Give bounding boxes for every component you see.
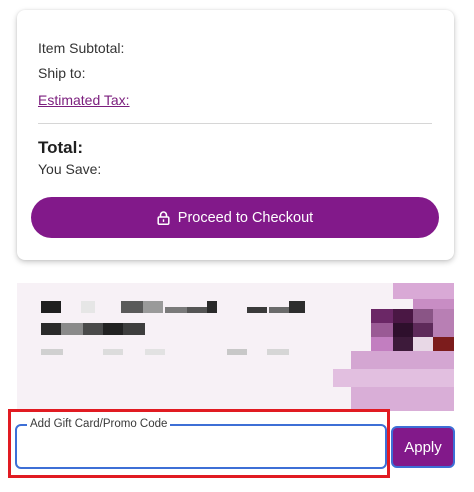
pixel-block bbox=[143, 301, 163, 313]
pixel-block bbox=[371, 309, 393, 323]
pixel-block bbox=[227, 349, 247, 355]
pixel-block bbox=[81, 301, 95, 313]
pixel-block bbox=[41, 323, 61, 335]
pixel-block bbox=[413, 323, 433, 337]
pixel-block bbox=[433, 337, 454, 351]
pixel-block bbox=[123, 323, 145, 335]
pixel-block bbox=[41, 349, 63, 355]
pixel-block bbox=[289, 301, 305, 313]
pixel-block bbox=[333, 369, 454, 387]
estimated-tax-link[interactable]: Estimated Tax: bbox=[38, 92, 130, 108]
gift-card-promo-label: Add Gift Card/Promo Code bbox=[27, 417, 171, 431]
pixel-block bbox=[393, 283, 454, 299]
pixel-block bbox=[413, 337, 433, 351]
apply-promo-button[interactable]: Apply bbox=[391, 426, 455, 468]
pixel-block bbox=[83, 323, 103, 335]
pixel-block bbox=[187, 307, 207, 313]
pixel-block bbox=[371, 337, 393, 351]
total-label: Total: bbox=[38, 138, 84, 157]
pixel-block bbox=[247, 307, 267, 313]
pixel-block bbox=[393, 337, 413, 351]
ship-to-label: Ship to: bbox=[38, 65, 86, 81]
pixel-block bbox=[371, 323, 393, 337]
you-save-label: You Save: bbox=[38, 161, 102, 177]
pixel-block bbox=[393, 309, 413, 323]
pixel-block bbox=[41, 301, 61, 313]
pixel-block bbox=[103, 323, 123, 335]
gift-card-promo-input[interactable] bbox=[23, 436, 381, 462]
pixel-block bbox=[165, 307, 187, 313]
item-subtotal-label: Item Subtotal: bbox=[38, 40, 125, 56]
pixel-block bbox=[269, 307, 289, 313]
promo-banner-image bbox=[17, 283, 454, 411]
pixel-block bbox=[267, 349, 289, 355]
pixel-block bbox=[413, 309, 433, 323]
pixel-block bbox=[121, 301, 143, 313]
summary-divider bbox=[38, 123, 432, 124]
pixel-block bbox=[207, 301, 217, 313]
lock-icon bbox=[157, 210, 170, 225]
order-summary-card: Item Subtotal: Ship to: Estimated Tax: T… bbox=[17, 10, 454, 260]
checkout-button-label: Proceed to Checkout bbox=[177, 209, 314, 226]
pixel-block bbox=[61, 323, 83, 335]
proceed-to-checkout-button[interactable]: Proceed to Checkout bbox=[31, 197, 439, 238]
pixel-block bbox=[351, 387, 454, 411]
pixel-block bbox=[393, 323, 413, 337]
pixel-block bbox=[145, 349, 165, 355]
pixel-block bbox=[103, 349, 123, 355]
pixel-block bbox=[351, 351, 454, 369]
